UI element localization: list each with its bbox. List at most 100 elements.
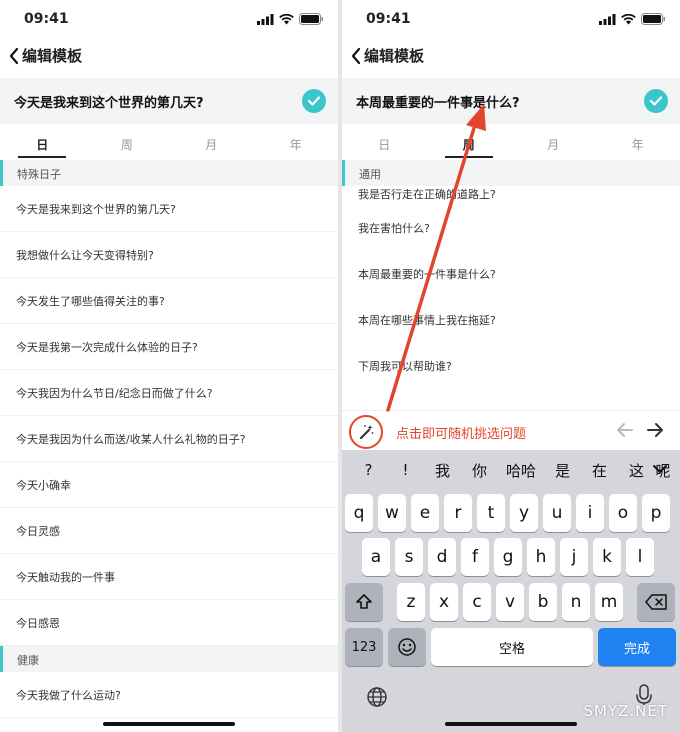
section-header: 健康 — [0, 646, 338, 672]
list-item[interactable]: 我想做什么让今天变得特别? — [0, 232, 338, 278]
key-y[interactable]: y — [510, 494, 538, 532]
key-g[interactable]: g — [494, 538, 522, 576]
question-row[interactable]: 本周最重要的一件事是什么? — [342, 78, 680, 124]
candidate[interactable]: 我 — [424, 460, 461, 481]
signal-icon — [599, 13, 616, 25]
key-m[interactable]: m — [595, 583, 623, 621]
key-u[interactable]: u — [543, 494, 571, 532]
period-tabs: 日 周 月 年 — [342, 128, 680, 160]
key-i[interactable]: i — [576, 494, 604, 532]
question-row[interactable]: 今天是我来到这个世界的第几天? — [0, 78, 338, 124]
candidate[interactable]: 你 — [461, 460, 498, 481]
confirm-button[interactable] — [644, 89, 668, 113]
tab-year[interactable]: 年 — [254, 128, 339, 160]
tab-month[interactable]: 月 — [511, 128, 596, 160]
home-indicator — [445, 722, 577, 726]
backspace-key[interactable] — [637, 583, 675, 621]
chevron-left-icon — [9, 47, 19, 64]
key-b[interactable]: b — [529, 583, 557, 621]
key-v[interactable]: v — [496, 583, 524, 621]
list-item[interactable]: 今天发生了哪些值得关注的事? — [0, 278, 338, 324]
key-q[interactable]: q — [345, 494, 373, 532]
confirm-button[interactable] — [302, 89, 326, 113]
key-o[interactable]: o — [609, 494, 637, 532]
arrow-left-icon — [617, 423, 633, 437]
key-row-1: qwertyuiop — [345, 494, 680, 532]
list-item[interactable]: 今天小确幸 — [0, 462, 338, 508]
key-l[interactable]: l — [626, 538, 654, 576]
shift-icon — [356, 594, 372, 609]
candidate[interactable]: 在 — [581, 460, 618, 481]
tab-month[interactable]: 月 — [169, 128, 254, 160]
shift-key[interactable] — [345, 583, 383, 621]
tab-day[interactable]: 日 — [0, 128, 85, 160]
key-k[interactable]: k — [593, 538, 621, 576]
tab-week[interactable]: 周 — [85, 128, 170, 160]
space-key[interactable]: 空格 — [431, 628, 593, 666]
key-e[interactable]: e — [411, 494, 439, 532]
battery-icon — [641, 13, 665, 25]
key-j[interactable]: j — [560, 538, 588, 576]
key-z[interactable]: z — [397, 583, 425, 621]
key-t[interactable]: t — [477, 494, 505, 532]
globe-icon — [367, 687, 387, 707]
question-input[interactable]: 本周最重要的一件事是什么? — [356, 92, 520, 111]
key-x[interactable]: x — [430, 583, 458, 621]
key-r[interactable]: r — [444, 494, 472, 532]
list-item[interactable]: 我是否行走在正确的道路上? — [342, 186, 680, 220]
tab-day[interactable]: 日 — [342, 128, 427, 160]
key-p[interactable]: p — [642, 494, 670, 532]
list-item[interactable]: 今天我因为什么节日/纪念日而做了什么? — [0, 370, 338, 416]
list-item[interactable]: 本周在哪些事情上我在拖延? — [342, 312, 680, 358]
key-s[interactable]: s — [395, 538, 423, 576]
candidate[interactable]: ! — [387, 461, 424, 479]
magic-wand-icon — [359, 425, 374, 440]
list-item[interactable]: 今天是我第一次完成什么体验的日子? — [0, 324, 338, 370]
signal-icon — [257, 13, 274, 25]
home-indicator — [103, 722, 235, 726]
candidate-bar: ? ! 我 你 哈哈 是 在 这 呢 — [342, 450, 680, 490]
key-d[interactable]: d — [428, 538, 456, 576]
random-hint: 点击即可随机挑选问题 — [396, 427, 527, 442]
random-question-button[interactable] — [349, 415, 383, 449]
list-item[interactable]: 今日感恩 — [0, 600, 338, 646]
tab-year[interactable]: 年 — [596, 128, 680, 160]
status-bar: 09:41 — [0, 0, 338, 40]
input-toolbar: 点击即可随机挑选问题 — [342, 410, 680, 450]
prev-field-button[interactable] — [616, 422, 634, 442]
list-item[interactable]: 今天是我来到这个世界的第几天? — [0, 186, 338, 232]
numbers-key[interactable]: 123 — [345, 628, 383, 666]
back-button[interactable]: 编辑模板 — [8, 45, 82, 66]
back-label: 编辑模板 — [364, 47, 425, 65]
key-n[interactable]: n — [562, 583, 590, 621]
candidate[interactable]: 哈哈 — [498, 460, 544, 481]
status-time: 09:41 — [24, 11, 69, 27]
key-w[interactable]: w — [378, 494, 406, 532]
section-header: 特殊日子 — [0, 160, 338, 186]
list-item[interactable]: 我在害怕什么? — [342, 220, 680, 266]
back-button[interactable]: 编辑模板 — [350, 45, 424, 66]
next-field-button[interactable] — [646, 422, 664, 442]
list-item[interactable]: 本周最重要的一件事是什么? — [342, 266, 680, 312]
back-label: 编辑模板 — [22, 47, 83, 65]
list-item[interactable]: 今天我做了什么运动? — [0, 672, 338, 718]
section-header: 通用 — [342, 160, 680, 186]
list-item[interactable]: 今日灵感 — [0, 508, 338, 554]
list-item[interactable]: 今天是我因为什么而送/收某人什么礼物的日子? — [0, 416, 338, 462]
chevron-down-icon[interactable] — [650, 461, 670, 477]
candidate[interactable]: ? — [350, 461, 387, 479]
list-item[interactable]: 下周我可以帮助谁? — [342, 358, 680, 404]
question-list: 通用 我是否行走在正确的道路上? 我在害怕什么? 本周最重要的一件事是什么? 本… — [342, 160, 680, 408]
key-a[interactable]: a — [362, 538, 390, 576]
key-f[interactable]: f — [461, 538, 489, 576]
key-c[interactable]: c — [463, 583, 491, 621]
globe-button[interactable] — [366, 686, 388, 712]
list-item[interactable]: 今天触动我的一件事 — [0, 554, 338, 600]
done-key[interactable]: 完成 — [598, 628, 676, 666]
key-row-4: 123 空格 完成 — [345, 628, 680, 666]
emoji-key[interactable] — [388, 628, 426, 666]
candidate[interactable]: 是 — [544, 460, 581, 481]
key-h[interactable]: h — [527, 538, 555, 576]
tab-week[interactable]: 周 — [427, 128, 512, 160]
chevron-left-icon — [351, 47, 361, 64]
